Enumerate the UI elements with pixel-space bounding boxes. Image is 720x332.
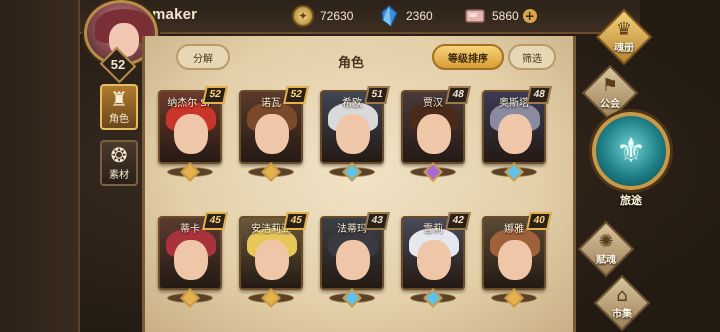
journey-label: 旅途 — [620, 194, 642, 207]
helmet-icon: ♜ — [110, 87, 128, 111]
rarity-gem-icon — [180, 288, 200, 308]
hero-card[interactable]: 安洁莉亚 45 — [239, 212, 309, 290]
soul-button[interactable]: ✺ 赋魂 — [576, 220, 636, 278]
left-frame — [0, 0, 80, 332]
soul-label: 赋魂 — [596, 254, 616, 266]
hero-rarity-crest — [484, 288, 544, 308]
hero-level-badge: 51 — [364, 86, 390, 104]
rarity-gem-icon — [261, 162, 281, 182]
hero-portrait — [174, 114, 208, 154]
nav-tab-materials-label: 素材 — [109, 170, 129, 181]
guild-label: 公会 — [600, 98, 620, 110]
trident-emblem-icon: ⚜ — [615, 131, 647, 171]
player-level: 52 — [110, 57, 126, 72]
hero-card[interactable]: 希欧 51 — [320, 86, 390, 164]
summon-label: 魂册 — [614, 42, 634, 54]
hero-portrait — [255, 114, 289, 154]
market-button[interactable]: ⌂ 市集 — [592, 274, 652, 332]
nav-tab-heroes[interactable]: ♜ 角色 — [100, 84, 138, 130]
winged-crest-icon: ♛ — [615, 18, 633, 40]
blue-crystal-icon — [378, 5, 400, 27]
rarity-gem-icon — [342, 288, 362, 308]
hero-card[interactable]: 雪莉 42 — [401, 212, 471, 290]
gold-coin-icon: ✦ — [292, 5, 314, 27]
gold-value: 72630 — [320, 9, 354, 23]
summon-button[interactable]: ♛ 魂册 — [594, 8, 654, 66]
hero-card[interactable]: 法蒂玛 43 — [320, 212, 390, 290]
hero-rarity-crest — [322, 162, 382, 182]
hero-rarity-crest — [160, 162, 220, 182]
hero-level-badge: 42 — [445, 212, 471, 230]
hero-portrait — [255, 240, 289, 280]
hero-level-badge: 45 — [202, 212, 228, 230]
hero-portrait — [336, 114, 370, 154]
rarity-gem-icon — [504, 162, 524, 182]
flame-icon: ✺ — [598, 230, 614, 252]
hero-portrait — [417, 240, 451, 280]
rarity-gem-icon — [180, 162, 200, 182]
hero-card[interactable]: 贾汉 48 — [401, 86, 471, 164]
hero-rarity-crest — [484, 162, 544, 182]
stone-resource: 5860 + — [464, 4, 537, 28]
crystal-value: 2360 — [406, 9, 433, 23]
gold-resource: ✦ 72630 — [292, 4, 353, 28]
hero-portrait — [417, 114, 451, 154]
hero-portrait — [174, 240, 208, 280]
stone-value: 5860 — [492, 9, 519, 23]
hero-rarity-crest — [403, 162, 463, 182]
guild-banner-icon: ⚑ — [601, 74, 619, 96]
hero-level-badge: 52 — [283, 86, 309, 104]
hero-rarity-crest — [403, 288, 463, 308]
hero-level-badge: 43 — [364, 212, 390, 230]
game-screen: Clownmaker ✦ 72630 2360 5860 + 52 ♜ 角色 ❂… — [0, 0, 720, 332]
filter-button[interactable]: 筛选 — [508, 44, 556, 70]
hero-card[interactable]: 诺瓦 52 — [239, 86, 309, 164]
hero-rarity-crest — [241, 288, 301, 308]
guild-button[interactable]: ⚑ 公会 — [580, 64, 640, 122]
rarity-gem-icon — [504, 288, 524, 308]
hero-card[interactable]: 纳杰尔 SP 52 — [158, 86, 228, 164]
pink-stone-icon — [464, 5, 486, 27]
journey-orb: ⚜ — [592, 112, 670, 190]
rarity-gem-icon — [423, 162, 443, 182]
market-label: 市集 — [612, 308, 632, 320]
hero-card[interactable]: 蒂卡 45 — [158, 212, 228, 290]
market-stall-icon: ⌂ — [616, 284, 628, 306]
rarity-gem-icon — [261, 288, 281, 308]
decompose-button[interactable]: 分解 — [176, 44, 230, 70]
panel-title: 角色 — [338, 56, 365, 71]
hero-card[interactable]: 奥斯塔 48 — [482, 86, 552, 164]
journey-button[interactable]: ⚜ 旅途 — [590, 112, 672, 208]
hero-level-badge: 40 — [526, 212, 552, 230]
sort-by-level-button[interactable]: 等级排序 — [432, 44, 504, 70]
hero-level-badge: 48 — [445, 86, 471, 104]
hero-level-badge: 48 — [526, 86, 552, 104]
hero-portrait — [336, 240, 370, 280]
hero-level-badge: 52 — [202, 86, 228, 104]
nav-tab-materials[interactable]: ❂ 素材 — [100, 140, 138, 186]
hero-rarity-crest — [322, 288, 382, 308]
beast-head-icon: ❂ — [110, 143, 128, 167]
hero-level-badge: 45 — [283, 212, 309, 230]
hero-portrait — [498, 240, 532, 280]
hero-portrait — [498, 114, 532, 154]
hero-rarity-crest — [160, 288, 220, 308]
hero-card[interactable]: 娜雅 40 — [482, 212, 552, 290]
hero-rarity-crest — [241, 162, 301, 182]
rarity-gem-icon — [342, 162, 362, 182]
add-stone-button[interactable]: + — [522, 9, 537, 23]
rarity-gem-icon — [423, 288, 443, 308]
nav-tab-heroes-label: 角色 — [109, 114, 129, 125]
crystal-resource: 2360 — [378, 4, 433, 28]
